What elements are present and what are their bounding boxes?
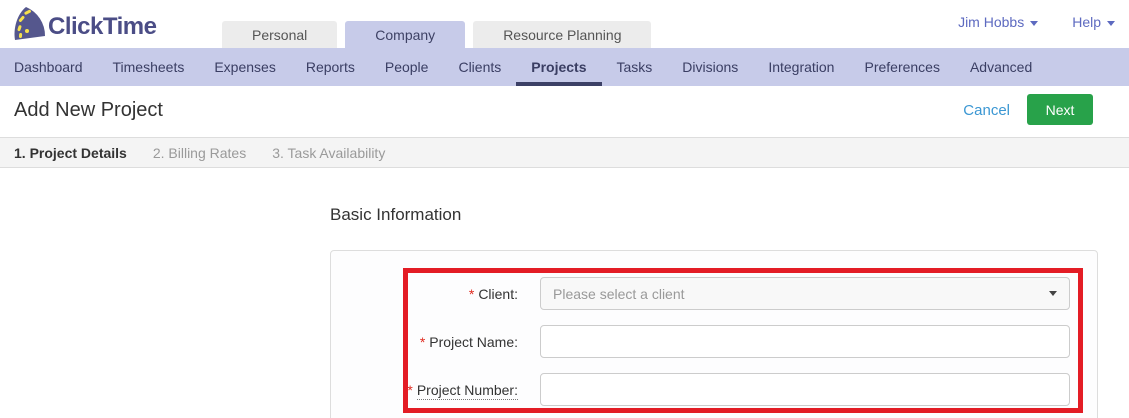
nav-item-timesheets[interactable]: Timesheets xyxy=(98,48,200,86)
client-label: * Client: xyxy=(468,286,518,302)
title-bar: Add New Project Cancel Next xyxy=(0,86,1129,137)
nav-item-integration[interactable]: Integration xyxy=(753,48,849,86)
required-marker: * xyxy=(419,334,426,350)
user-name: Jim Hobbs xyxy=(958,14,1025,30)
chevron-down-icon xyxy=(1049,291,1057,296)
nav-item-dashboard[interactable]: Dashboard xyxy=(0,48,98,86)
client-select-placeholder: Please select a client xyxy=(553,285,685,302)
nav-item-expenses[interactable]: Expenses xyxy=(199,48,290,86)
help-dropdown[interactable]: Help xyxy=(1072,14,1115,30)
help-label: Help xyxy=(1072,14,1101,30)
nav-item-divisions[interactable]: Divisions xyxy=(667,48,753,86)
nav-item-reports[interactable]: Reports xyxy=(291,48,370,86)
tab-company[interactable]: Company xyxy=(345,21,466,48)
project-name-label: * Project Name: xyxy=(419,334,518,350)
workspace-tabs: Personal Company Resource Planning xyxy=(222,21,652,48)
project-name-input[interactable] xyxy=(540,325,1070,358)
add-new-project-page: ClickTime Personal Company Resource Plan… xyxy=(0,0,1129,418)
nav-item-tasks[interactable]: Tasks xyxy=(602,48,668,86)
step-project-details[interactable]: 1. Project Details xyxy=(14,145,127,161)
step-task-availability[interactable]: 3. Task Availability xyxy=(272,145,385,161)
page-title: Add New Project xyxy=(14,99,163,121)
nav-item-clients[interactable]: Clients xyxy=(443,48,516,86)
nav-item-advanced[interactable]: Advanced xyxy=(955,48,1047,86)
nav-item-projects[interactable]: Projects xyxy=(516,48,602,86)
clicktime-logo[interactable]: ClickTime xyxy=(12,5,157,48)
cancel-button[interactable]: Cancel xyxy=(963,102,1010,119)
main-nav: Dashboard Timesheets Expenses Reports Pe… xyxy=(0,48,1129,86)
user-dropdown[interactable]: Jim Hobbs xyxy=(958,14,1039,30)
tab-resource-planning[interactable]: Resource Planning xyxy=(473,21,652,48)
chevron-down-icon xyxy=(1107,20,1115,26)
step-billing-rates[interactable]: 2. Billing Rates xyxy=(153,145,246,161)
nav-item-preferences[interactable]: Preferences xyxy=(849,48,954,86)
project-number-input[interactable] xyxy=(540,373,1070,406)
user-menu: Jim Hobbs Help xyxy=(958,14,1115,30)
brand-name: ClickTime xyxy=(48,12,157,40)
wizard-steps: 1. Project Details 2. Billing Rates 3. T… xyxy=(0,137,1129,168)
project-number-label: * Project Number: xyxy=(407,382,518,400)
clicktime-logo-icon xyxy=(12,5,46,48)
section-title: Basic Information xyxy=(330,205,462,224)
top-header: ClickTime Personal Company Resource Plan… xyxy=(0,0,1129,48)
required-marker: * xyxy=(468,286,475,302)
next-button[interactable]: Next xyxy=(1027,94,1093,125)
tab-personal[interactable]: Personal xyxy=(222,21,338,48)
client-select[interactable]: Please select a client xyxy=(540,277,1070,310)
chevron-down-icon xyxy=(1030,20,1039,26)
required-marker: * xyxy=(407,382,413,398)
nav-item-people[interactable]: People xyxy=(370,48,444,86)
